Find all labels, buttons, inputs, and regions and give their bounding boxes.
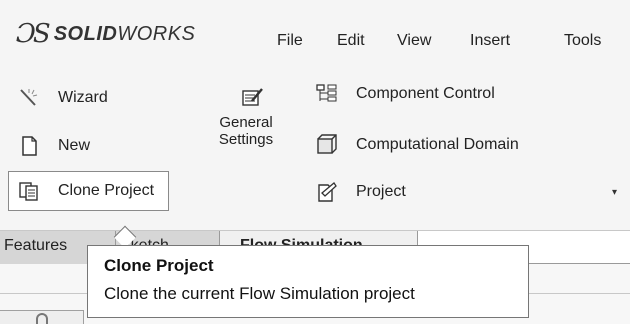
project-icon (316, 181, 338, 203)
new-document-icon (18, 135, 40, 157)
project-button[interactable]: Project (316, 172, 406, 212)
general-settings-icon[interactable] (242, 87, 264, 112)
computational-domain-button[interactable]: Computational Domain (316, 125, 519, 165)
clone-project-button[interactable]: Clone Project (8, 171, 170, 211)
wizard-button[interactable]: Wizard (18, 78, 108, 118)
component-control-icon (316, 83, 338, 105)
computational-domain-icon (316, 134, 338, 156)
component-control-label: Component Control (356, 85, 495, 102)
solidworks-logo: ƆS SOLID WORKS (16, 19, 195, 49)
wizard-icon (18, 87, 40, 109)
brand-suffix: WORKS (117, 22, 196, 45)
menu-view[interactable]: View (397, 32, 431, 50)
menu-bar: ƆS SOLID WORKS File Edit View Insert Too… (0, 0, 630, 64)
tooltip: Clone Project Clone the current Flow Sim… (87, 245, 529, 318)
ds-logo-icon: ƆS (16, 19, 51, 49)
project-label: Project (356, 183, 406, 200)
menu-insert[interactable]: Insert (470, 32, 510, 50)
tooltip-title: Clone Project (104, 256, 214, 275)
wizard-label: Wizard (58, 89, 108, 106)
general-settings-label-1: General (219, 114, 273, 131)
brand-prefix: SOLID (53, 22, 118, 45)
menu-edit[interactable]: Edit (337, 32, 365, 50)
general-settings-label-2: Settings (218, 131, 274, 148)
clone-project-label: Clone Project (58, 182, 155, 199)
new-label: New (58, 137, 91, 154)
panel-tab-icon (36, 313, 48, 324)
general-settings-button[interactable]: General Settings (214, 114, 278, 148)
project-dropdown-arrow-icon[interactable]: ▾ (612, 187, 617, 198)
menu-file[interactable]: File (277, 32, 303, 50)
menu-tools[interactable]: Tools (564, 32, 601, 50)
ribbon: Wizard New Clone Project General Setting… (0, 64, 630, 230)
new-button[interactable]: New (18, 126, 90, 166)
component-control-button[interactable]: Component Control (316, 74, 495, 114)
tooltip-description: Clone the current Flow Simulation projec… (104, 284, 415, 303)
clone-project-icon (18, 180, 40, 202)
computational-domain-label: Computational Domain (356, 136, 519, 153)
